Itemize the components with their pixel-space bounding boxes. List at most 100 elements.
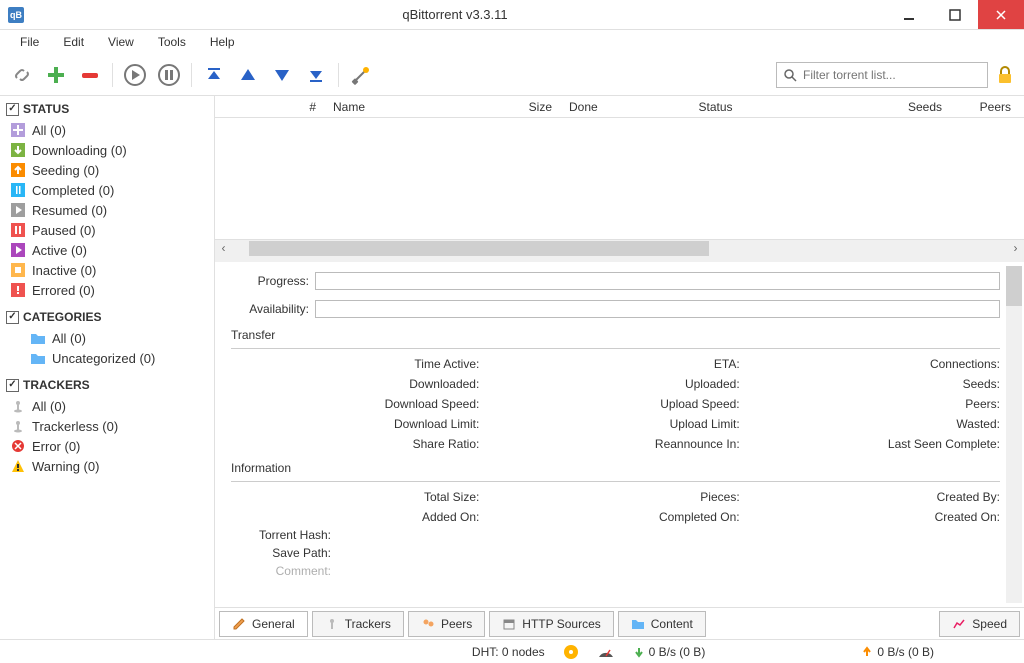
pencil-icon	[232, 617, 246, 631]
transfer-title: Transfer	[231, 328, 1000, 344]
tracker-warning[interactable]: Warning (0)	[4, 456, 214, 476]
category-uncategorized[interactable]: Uncategorized (0)	[4, 348, 214, 368]
pause-button[interactable]	[155, 61, 183, 89]
tracker-icon	[10, 418, 26, 434]
col-seeds[interactable]: Seeds	[791, 100, 951, 114]
queue-down-button[interactable]	[268, 61, 296, 89]
col-done[interactable]: Done	[561, 100, 641, 114]
download-rate[interactable]: 0 B/s (0 B)	[633, 645, 706, 659]
disk-icon[interactable]	[563, 644, 579, 660]
filter-input[interactable]	[803, 68, 981, 82]
http-icon	[502, 617, 516, 631]
info-title: Information	[231, 461, 1000, 477]
queue-bottom-button[interactable]	[302, 61, 330, 89]
inactive-icon	[10, 262, 26, 278]
status-seeding[interactable]: Seeding (0)	[4, 160, 214, 180]
filter-box[interactable]	[776, 62, 988, 88]
tracker-all[interactable]: All (0)	[4, 396, 214, 416]
peers-icon	[421, 617, 435, 631]
toolbar	[0, 54, 1024, 96]
progress-label: Progress:	[231, 274, 315, 288]
tab-speed[interactable]: Speed	[939, 611, 1020, 637]
resumed-icon	[10, 202, 26, 218]
warning-icon	[10, 458, 26, 474]
status-completed[interactable]: Completed (0)	[4, 180, 214, 200]
tracker-icon	[10, 398, 26, 414]
down-arrow-icon	[633, 646, 645, 658]
menu-file[interactable]: File	[8, 32, 51, 52]
menu-help[interactable]: Help	[198, 32, 247, 52]
minimize-button[interactable]	[886, 0, 932, 29]
status-resumed[interactable]: Resumed (0)	[4, 200, 214, 220]
preferences-button[interactable]	[347, 61, 375, 89]
active-icon	[10, 242, 26, 258]
status-inactive[interactable]: Inactive (0)	[4, 260, 214, 280]
upload-rate[interactable]: 0 B/s (0 B)	[861, 645, 934, 659]
menubar: File Edit View Tools Help	[0, 30, 1024, 54]
col-peers[interactable]: Peers	[951, 100, 1024, 114]
col-size[interactable]: Size	[505, 100, 561, 114]
maximize-button[interactable]	[932, 0, 978, 29]
remove-button[interactable]	[76, 61, 104, 89]
tracker-error[interactable]: Error (0)	[4, 436, 214, 456]
dht-status[interactable]: DHT: 0 nodes	[472, 645, 545, 659]
all-icon	[10, 122, 26, 138]
col-num[interactable]: #	[215, 100, 325, 114]
queue-up-button[interactable]	[234, 61, 262, 89]
menu-tools[interactable]: Tools	[146, 32, 198, 52]
sidebar: ✓ STATUS All (0) Downloading (0) Seeding…	[0, 96, 215, 639]
tab-trackers[interactable]: Trackers	[312, 611, 404, 637]
horizontal-scrollbar[interactable]: ‹›	[215, 239, 1024, 256]
folder-icon	[30, 330, 46, 346]
statusbar: DHT: 0 nodes 0 B/s (0 B) 0 B/s (0 B)	[0, 639, 1024, 663]
sidebar-categories-header[interactable]: ✓ CATEGORIES	[4, 308, 214, 328]
up-arrow-icon	[861, 646, 873, 658]
tab-content[interactable]: Content	[618, 611, 706, 637]
status-active[interactable]: Active (0)	[4, 240, 214, 260]
upload-icon	[10, 162, 26, 178]
details-tabs: General Trackers Peers HTTP Sources Cont…	[215, 607, 1024, 639]
menu-view[interactable]: View	[96, 32, 146, 52]
sidebar-trackers-header[interactable]: ✓ TRACKERS	[4, 376, 214, 396]
status-paused[interactable]: Paused (0)	[4, 220, 214, 240]
window-titlebar: qB qBittorrent v3.3.11	[0, 0, 1024, 30]
trackers-checkbox[interactable]: ✓	[6, 379, 19, 392]
lock-icon[interactable]	[994, 64, 1016, 86]
app-icon: qB	[8, 7, 24, 23]
folder-icon	[631, 617, 645, 631]
add-link-button[interactable]	[8, 61, 36, 89]
status-downloading[interactable]: Downloading (0)	[4, 140, 214, 160]
details-pane: Progress: Availability: Transfer Time Ac…	[215, 256, 1024, 607]
menu-edit[interactable]: Edit	[51, 32, 96, 52]
download-icon	[10, 142, 26, 158]
status-all[interactable]: All (0)	[4, 120, 214, 140]
details-scrollbar[interactable]	[1006, 266, 1022, 603]
tab-general[interactable]: General	[219, 611, 308, 637]
tracker-trackerless[interactable]: Trackerless (0)	[4, 416, 214, 436]
search-icon	[783, 68, 797, 82]
close-button[interactable]	[978, 0, 1024, 29]
progress-bar	[315, 272, 1000, 290]
col-status[interactable]: Status	[641, 100, 791, 114]
info-grid: Total Size:Pieces:Created By: Added On:C…	[231, 488, 1000, 526]
col-name[interactable]: Name	[325, 100, 505, 114]
category-all[interactable]: All (0)	[4, 328, 214, 348]
status-errored[interactable]: Errored (0)	[4, 280, 214, 300]
categories-checkbox[interactable]: ✓	[6, 311, 19, 324]
error-circle-icon	[10, 438, 26, 454]
queue-top-button[interactable]	[200, 61, 228, 89]
transfer-grid: Time Active:ETA:Connections: Downloaded:…	[231, 355, 1000, 453]
resume-button[interactable]	[121, 61, 149, 89]
window-title: qBittorrent v3.3.11	[24, 7, 886, 22]
completed-icon	[10, 182, 26, 198]
status-checkbox[interactable]: ✓	[6, 103, 19, 116]
torrent-table-header[interactable]: # Name Size Done Status Seeds Peers	[215, 96, 1024, 118]
add-torrent-button[interactable]	[42, 61, 70, 89]
tab-peers[interactable]: Peers	[408, 611, 485, 637]
torrent-table-body[interactable]	[215, 118, 1024, 239]
speedometer-icon[interactable]	[597, 645, 615, 659]
chart-icon	[952, 617, 966, 631]
tab-http[interactable]: HTTP Sources	[489, 611, 613, 637]
sidebar-status-header[interactable]: ✓ STATUS	[4, 100, 214, 120]
paused-icon	[10, 222, 26, 238]
